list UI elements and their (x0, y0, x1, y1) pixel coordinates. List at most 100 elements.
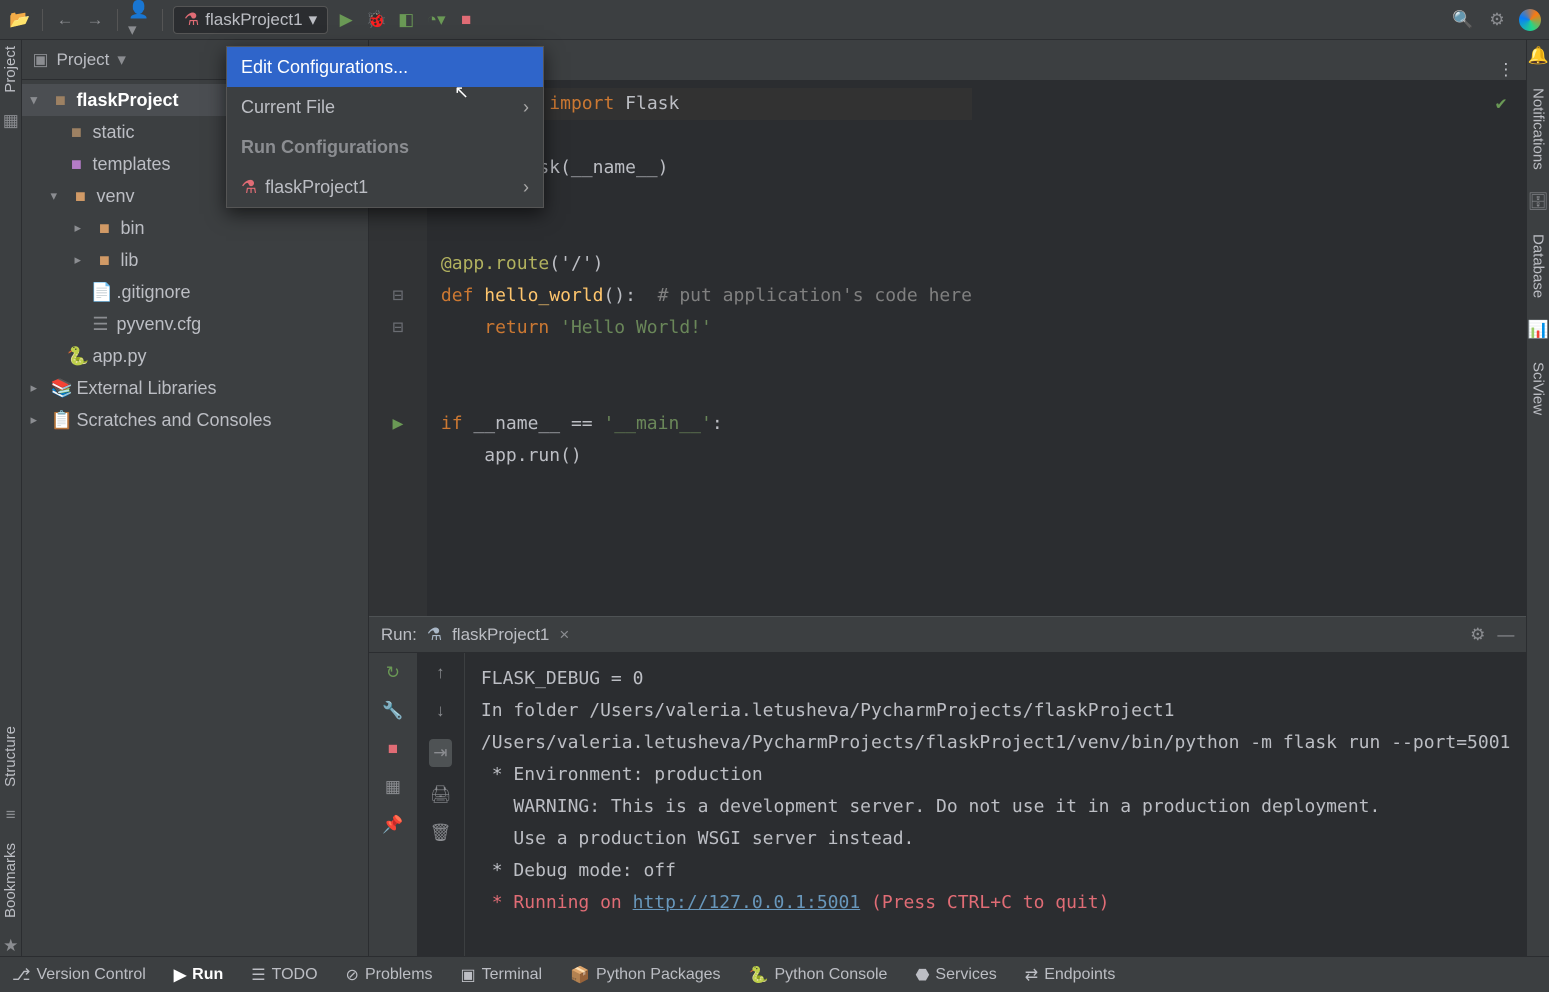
chevron-right-icon: ▸ (30, 380, 44, 396)
soft-wrap-icon[interactable]: ⇥ (429, 739, 451, 767)
up-icon[interactable]: ↑ (436, 663, 445, 683)
branch-icon: ⎇ (12, 965, 30, 985)
tree-item[interactable]: ▸ 📋 Scratches and Consoles (22, 404, 367, 436)
wrench-icon[interactable]: 🔧 (382, 701, 403, 721)
bottom-problems[interactable]: ⊘Problems (346, 965, 433, 985)
print-icon[interactable]: 🖨 (430, 785, 452, 805)
tree-item[interactable]: ▸ ■ bin (22, 212, 367, 244)
trash-icon[interactable]: 🗑 (430, 823, 452, 843)
run-icon[interactable]: ▶ (334, 8, 358, 32)
tree-label: flaskProject (76, 90, 178, 111)
tree-item[interactable]: 📄 .gitignore (22, 276, 367, 308)
jetbrains-icon[interactable] (1519, 9, 1541, 31)
warning-icon: ⊘ (346, 965, 359, 985)
chevron-down-icon: ▾ (30, 92, 44, 108)
flask-icon: ⚗ (241, 177, 257, 198)
bottom-services[interactable]: ⬣Services (915, 965, 996, 985)
run-config-selector[interactable]: ⚗ flaskProject1 ▾ (173, 6, 328, 34)
editor-settings-icon[interactable]: ⋮ (1497, 60, 1514, 80)
folder-icon: ■ (50, 90, 70, 111)
gutter-run-icon[interactable]: ▶ (392, 408, 403, 440)
folder-icon: ■ (94, 218, 114, 239)
open-icon[interactable]: 📂 (8, 8, 32, 32)
tree-label: External Libraries (76, 378, 216, 399)
bottom-python-console[interactable]: 🐍Python Console (749, 965, 888, 985)
back-icon[interactable]: ← (53, 8, 77, 32)
rail-structure[interactable]: Structure (2, 726, 19, 787)
right-rail: 🔔 Notifications 🗄 Database 📊 SciView (1526, 40, 1549, 956)
database-icon[interactable]: 🗄 (1527, 192, 1549, 212)
bottom-version-control[interactable]: ⎇Version Control (12, 965, 146, 985)
bottom-bar: ⎇Version Control ▶Run ☰TODO ⊘Problems ▣T… (0, 956, 1549, 992)
run-output[interactable]: FLASK_DEBUG = 0 In folder /Users/valeria… (465, 653, 1527, 956)
python-file-icon: 🐍 (66, 346, 86, 367)
file-icon: ☰ (90, 314, 110, 335)
rail-database[interactable]: Database (1530, 234, 1547, 298)
bottom-python-packages[interactable]: 📦Python Packages (570, 965, 720, 985)
package-icon: 📦 (570, 965, 590, 985)
minimize-icon[interactable]: — (1497, 625, 1514, 645)
coverage-icon[interactable]: ◧ (394, 8, 418, 32)
gear-icon[interactable]: ⚙ (1470, 625, 1485, 645)
list-icon: ☰ (251, 965, 265, 985)
tree-label: static (92, 122, 134, 143)
pin-icon[interactable]: 📌 (382, 815, 403, 835)
bottom-todo[interactable]: ☰TODO (251, 965, 317, 985)
run-left-toolbar-1: ↻ 🔧 ■ ▦ 📌 (369, 653, 417, 956)
popup-config-item[interactable]: ⚗ flaskProject1 › (227, 167, 543, 207)
tree-item[interactable]: ☰ pyvenv.cfg (22, 308, 367, 340)
left-rail: Project ▦ Structure ≡ Bookmarks ★ (0, 40, 22, 956)
run-body: ↻ 🔧 ■ ▦ 📌 ↑ ↓ ⇥ 🖨 🗑 FLASK_DEBUG = 0 In f… (369, 653, 1527, 956)
tree-label: Scratches and Consoles (76, 410, 271, 431)
user-icon[interactable]: 👤▾ (128, 8, 152, 32)
search-icon[interactable]: 🔍 (1451, 8, 1475, 32)
sciview-icon[interactable]: 📊 (1528, 320, 1549, 340)
bottom-terminal[interactable]: ▣Terminal (461, 965, 543, 985)
structure-icon[interactable]: ≡ (6, 805, 16, 825)
stop-icon[interactable]: ■ (388, 739, 398, 759)
folder-icon: ▣ (32, 50, 48, 70)
folder-icon: ■ (70, 186, 90, 207)
bell-icon[interactable]: 🔔 (1528, 46, 1549, 66)
run-header: Run: ⚗ flaskProject1 × ⚙ — (369, 617, 1527, 653)
rerun-icon[interactable]: ↻ (386, 663, 400, 683)
run-url-link[interactable]: http://127.0.0.1:5001 (633, 892, 861, 913)
layout-icon[interactable]: ▦ (385, 777, 401, 797)
tree-item[interactable]: 🐍 app.py (22, 340, 367, 372)
tree-label: bin (120, 218, 144, 239)
stop-icon[interactable]: ■ (454, 8, 478, 32)
rail-bookmarks[interactable]: Bookmarks (2, 843, 19, 918)
chevron-down-icon: ▾ (50, 188, 64, 204)
run-panel: Run: ⚗ flaskProject1 × ⚙ — ↻ 🔧 ■ ▦ 📌 (369, 616, 1527, 956)
chevron-down-icon[interactable]: ▾ (117, 50, 126, 70)
tree-label: .gitignore (116, 282, 190, 303)
cursor-icon: ↖ (454, 82, 469, 103)
flask-icon: ⚗ (184, 10, 199, 30)
tree-label: venv (96, 186, 134, 207)
tree-label: app.py (92, 346, 146, 367)
forward-icon[interactable]: → (83, 8, 107, 32)
bottom-endpoints[interactable]: ⇄Endpoints (1025, 965, 1116, 985)
chevron-right-icon: ▸ (30, 412, 44, 428)
folder-icon: ■ (66, 154, 86, 175)
run-left-toolbar-2: ↑ ↓ ⇥ 🖨 🗑 (417, 653, 465, 956)
tree-item[interactable]: ▸ ■ lib (22, 244, 367, 276)
bookmark-icon[interactable]: ★ (3, 936, 18, 956)
popup-current-file[interactable]: Current File › (227, 87, 543, 127)
rail-notifications[interactable]: Notifications (1530, 88, 1547, 170)
folder-icon[interactable]: ▦ (3, 111, 19, 131)
profile-icon[interactable]: ◔▾ (424, 8, 448, 32)
debug-icon[interactable]: 🐞 (364, 8, 388, 32)
chevron-right-icon: ▸ (74, 252, 88, 268)
chevron-right-icon: › (523, 97, 529, 118)
console-icon: 🐍 (749, 965, 769, 985)
settings-icon[interactable]: ⚙ (1485, 8, 1509, 32)
close-icon[interactable]: × (559, 625, 569, 645)
popup-edit-configurations[interactable]: Edit Configurations... (227, 47, 543, 87)
bottom-run[interactable]: ▶Run (174, 965, 223, 985)
rail-project[interactable]: Project (2, 46, 19, 93)
rail-sciview[interactable]: SciView (1530, 362, 1547, 415)
sep (117, 9, 118, 31)
tree-item[interactable]: ▸ 📚 External Libraries (22, 372, 367, 404)
down-icon[interactable]: ↓ (436, 701, 445, 721)
